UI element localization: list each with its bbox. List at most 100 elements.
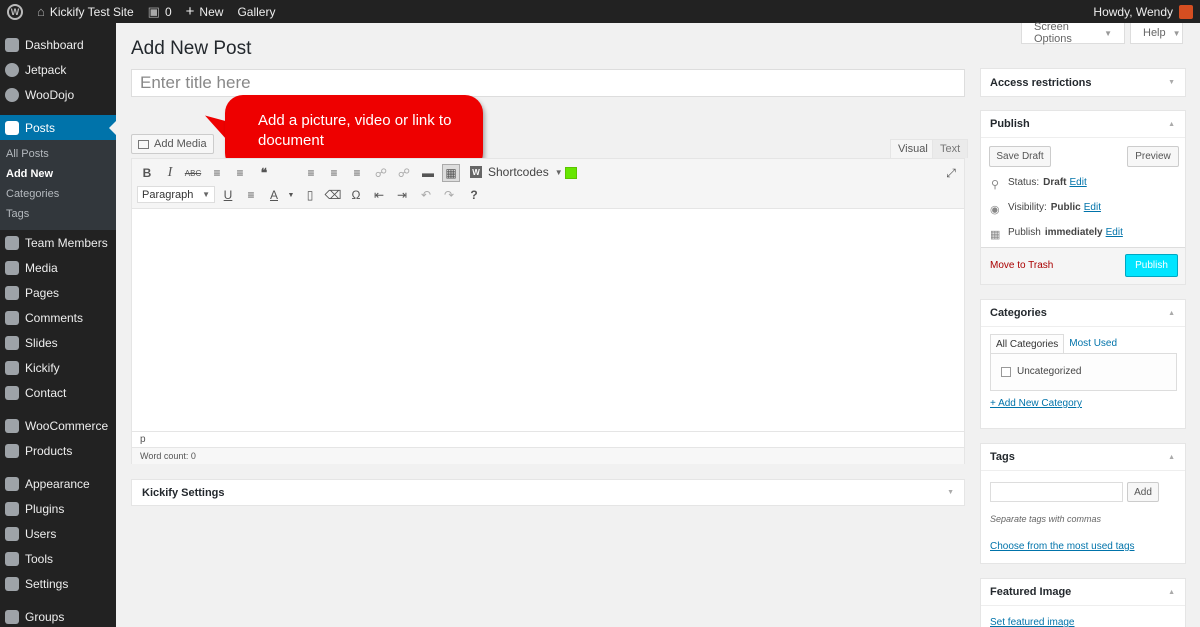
sidebar-item-label: Team Members: [25, 235, 108, 250]
list-item[interactable]: Uncategorized: [1001, 366, 1081, 377]
sidebar-item-contact[interactable]: Contact: [0, 380, 116, 405]
comments-icon: [5, 310, 19, 325]
tab-most-used[interactable]: Most Used: [1064, 334, 1122, 354]
woo-icon: W: [470, 166, 482, 178]
chevron-down-icon: ▼: [1168, 79, 1175, 86]
tab-visual[interactable]: Visual: [890, 139, 936, 158]
sidebar-item-jetpack[interactable]: Jetpack: [0, 57, 116, 82]
kickify-settings-box[interactable]: Kickify Settings ▼: [131, 479, 965, 506]
outdent-icon[interactable]: ⇤: [370, 186, 388, 204]
paste-text-icon[interactable]: ▯: [301, 186, 319, 204]
indent-icon[interactable]: ⇥: [393, 186, 411, 204]
bold-icon[interactable]: B: [138, 164, 156, 182]
align-right-icon[interactable]: ≡: [348, 164, 366, 182]
chevron-up-icon: ▲: [1168, 588, 1175, 596]
new-content-link[interactable]: + New: [179, 0, 231, 23]
post-title-input[interactable]: [131, 69, 965, 97]
sidebar-item-plugins[interactable]: Plugins: [0, 496, 116, 521]
toolbar-toggle-icon[interactable]: ▦: [442, 164, 460, 182]
clear-formatting-icon[interactable]: ⌫: [324, 186, 342, 204]
add-media-button[interactable]: Add Media: [131, 134, 214, 154]
align-center-icon[interactable]: ≡: [325, 164, 343, 182]
choose-most-used-tags-link[interactable]: Choose from the most used tags: [990, 541, 1135, 552]
wordpress-logo-button[interactable]: W: [0, 0, 30, 23]
justify-icon[interactable]: ≡: [242, 186, 260, 204]
sidebar-item-pages[interactable]: Pages: [0, 280, 116, 305]
sidebar-item-tools[interactable]: Tools: [0, 546, 116, 571]
site-name-link[interactable]: ⌂ Kickify Test Site: [30, 0, 141, 23]
tab-text[interactable]: Text: [932, 139, 969, 158]
tags-header[interactable]: Tags ▲: [981, 444, 1185, 471]
fullscreen-icon[interactable]: ⤢: [942, 164, 960, 182]
set-featured-image-link[interactable]: Set featured image: [990, 617, 1075, 627]
sidebar-item-appearance[interactable]: Appearance: [0, 471, 116, 496]
comments-link[interactable]: ▣ 0: [141, 0, 179, 23]
color-swatch-icon[interactable]: [565, 167, 577, 179]
sidebar-item-woocommerce[interactable]: WooCommerce: [0, 413, 116, 438]
chevron-down-icon[interactable]: ▼: [282, 186, 300, 204]
sidebar-item-comments[interactable]: Comments: [0, 305, 116, 330]
undo-icon[interactable]: ↶: [417, 186, 435, 204]
sidebar-item-settings[interactable]: Settings: [0, 571, 116, 596]
publish-button[interactable]: Publish: [1125, 254, 1178, 277]
text-color-icon[interactable]: A: [265, 186, 283, 204]
categories-header[interactable]: Categories ▲: [981, 300, 1185, 327]
italic-icon[interactable]: I: [161, 164, 179, 182]
my-account-link[interactable]: Howdy, Wendy: [1086, 0, 1200, 23]
submenu-all-posts[interactable]: All Posts: [0, 144, 116, 164]
save-draft-button[interactable]: Save Draft: [989, 146, 1051, 167]
category-checkbox[interactable]: [1001, 366, 1011, 377]
screen-options-button[interactable]: Screen Options ▼: [1021, 21, 1125, 45]
submenu-categories[interactable]: Categories: [0, 184, 116, 204]
sidebar-item-slides[interactable]: Slides: [0, 330, 116, 355]
more-tag-icon[interactable]: ▬: [419, 164, 437, 182]
sidebar-item-label: Appearance: [25, 476, 90, 491]
help-button[interactable]: Help ▼: [1130, 23, 1183, 44]
settings-icon: [5, 576, 19, 591]
numbered-list-icon[interactable]: ≡: [231, 164, 249, 182]
tab-all-categories[interactable]: All Categories: [990, 334, 1065, 354]
edit-visibility-link[interactable]: Edit: [1084, 202, 1101, 213]
preview-button[interactable]: Preview: [1127, 146, 1179, 167]
submenu-add-new[interactable]: Add New: [0, 164, 116, 184]
blockquote-icon[interactable]: ❝: [255, 164, 273, 182]
sidebar-item-woodojo[interactable]: WooDojo: [0, 82, 116, 107]
bullet-list-icon[interactable]: ≡: [208, 164, 226, 182]
submenu-tags[interactable]: Tags: [0, 204, 116, 224]
unlink-icon[interactable]: ☍: [395, 164, 413, 182]
format-select[interactable]: Paragraph ▼: [137, 186, 215, 203]
sidebar-item-dashboard[interactable]: Dashboard: [0, 32, 116, 57]
sidebar-item-kickify[interactable]: Kickify: [0, 355, 116, 380]
sidebar-item-media[interactable]: Media: [0, 255, 116, 280]
link-icon[interactable]: ☍: [372, 164, 390, 182]
publish-header[interactable]: Publish ▲: [981, 111, 1185, 138]
edit-status-link[interactable]: Edit: [1069, 177, 1086, 188]
add-new-category-link[interactable]: + Add New Category: [990, 398, 1082, 409]
edit-publish-time-link[interactable]: Edit: [1106, 227, 1123, 238]
move-to-trash-link[interactable]: Move to Trash: [990, 260, 1053, 271]
strikethrough-icon[interactable]: ABC: [184, 164, 202, 182]
access-restrictions-header[interactable]: Access restrictions ▼: [981, 69, 1185, 96]
site-name-label: Kickify Test Site: [49, 4, 134, 19]
sidebar-item-products[interactable]: Products: [0, 438, 116, 463]
help-icon[interactable]: ?: [465, 186, 483, 204]
home-icon: ⌂: [37, 4, 45, 19]
sidebar-item-label: WooCommerce: [25, 418, 109, 433]
redo-icon[interactable]: ↷: [440, 186, 458, 204]
shortcodes-dropdown[interactable]: W Shortcodes ▼: [470, 165, 563, 179]
editor-content-area[interactable]: [132, 209, 964, 431]
align-left-icon[interactable]: ≡: [302, 164, 320, 182]
sidebar-item-posts[interactable]: Posts: [0, 115, 116, 140]
tag-input[interactable]: [990, 482, 1123, 502]
special-character-icon[interactable]: Ω: [347, 186, 365, 204]
contact-icon: [5, 385, 19, 400]
sidebar-item-team-members[interactable]: Team Members: [0, 230, 116, 255]
sidebar-item-users[interactable]: Users: [0, 521, 116, 546]
dashboard-icon: [5, 37, 19, 52]
add-tag-button[interactable]: Add: [1127, 482, 1159, 502]
featured-image-header[interactable]: Featured Image ▲: [981, 579, 1185, 606]
sidebar-item-groups[interactable]: Groups: [0, 604, 116, 627]
underline-icon[interactable]: U: [219, 186, 237, 204]
gallery-link[interactable]: Gallery: [230, 0, 282, 23]
visibility-value: Public: [1050, 202, 1081, 213]
